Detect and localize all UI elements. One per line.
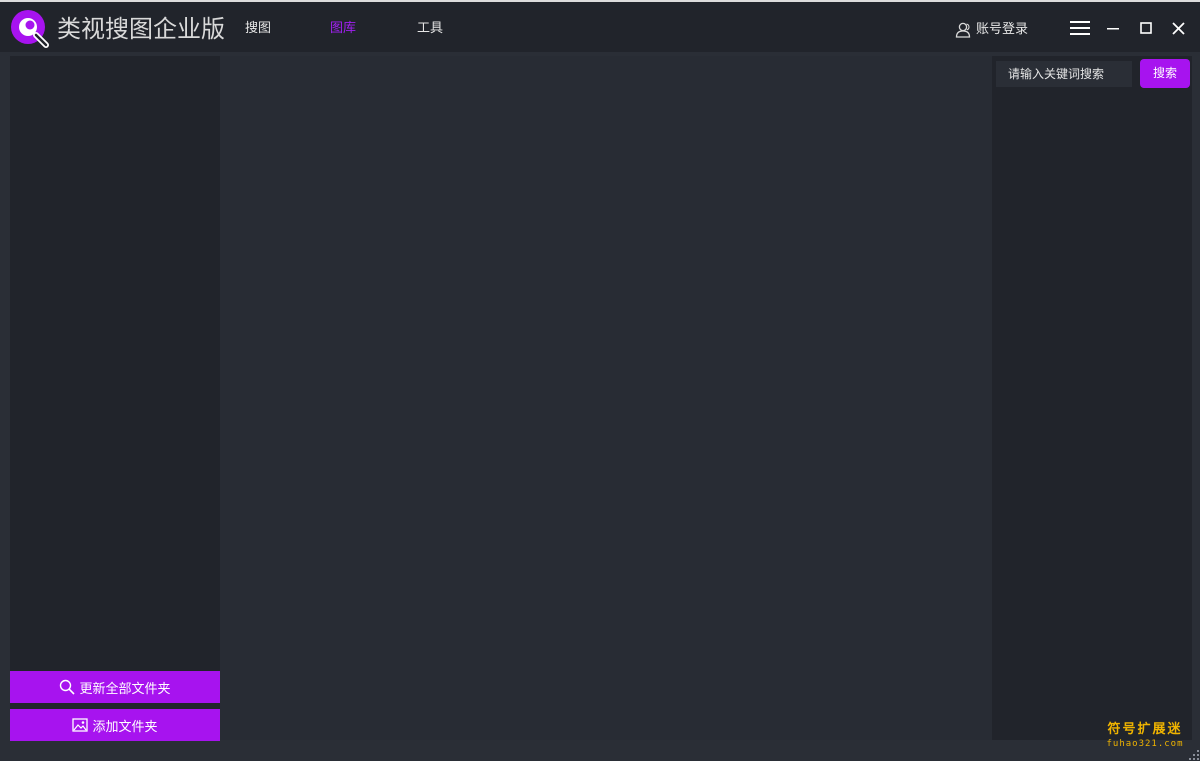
image-icon [72,718,89,732]
account-login-label: 账号登录 [976,22,1029,37]
tab-search-image[interactable]: 搜图 [245,18,271,40]
resize-grip-icon[interactable] [1188,749,1200,761]
add-folder-label: 添加文件夹 [92,719,158,735]
search-button[interactable]: 搜索 [1140,59,1190,88]
watermark-en: fuhao321.com [1106,739,1184,749]
maximize-button[interactable] [1134,16,1158,40]
hamburger-menu-button[interactable] [1068,16,1092,40]
tab-gallery[interactable]: 图库 [330,18,356,40]
tab-tools[interactable]: 工具 [417,18,443,40]
keyword-search-input[interactable] [996,61,1132,87]
minimize-icon [1107,28,1119,30]
app-title: 类视搜图企业版 [57,15,225,43]
site-watermark: 符号扩展迷 fuhao321.com [1102,722,1188,750]
minimize-button[interactable] [1101,16,1125,40]
update-all-folders-button[interactable]: 更新全部文件夹 [10,671,220,703]
hamburger-menu-icon [1070,21,1090,35]
close-icon [1171,21,1185,35]
close-button[interactable] [1166,16,1190,40]
maximize-icon [1140,22,1152,34]
search-icon [60,679,76,695]
watermark-cn: 符号扩展迷 [1107,722,1183,737]
account-login-button[interactable]: 账号登录 [954,19,1028,41]
update-all-folders-label: 更新全部文件夹 [79,681,171,697]
add-folder-button[interactable]: 添加文件夹 [10,709,220,741]
folder-panel [10,56,220,740]
magnifier-logo-icon [11,10,49,48]
gallery-content-area [220,56,992,740]
title-bar: 类视搜图企业版 搜图 图库 工具 账号登录 [0,2,1200,52]
search-panel [992,56,1192,740]
user-icon [955,22,971,38]
